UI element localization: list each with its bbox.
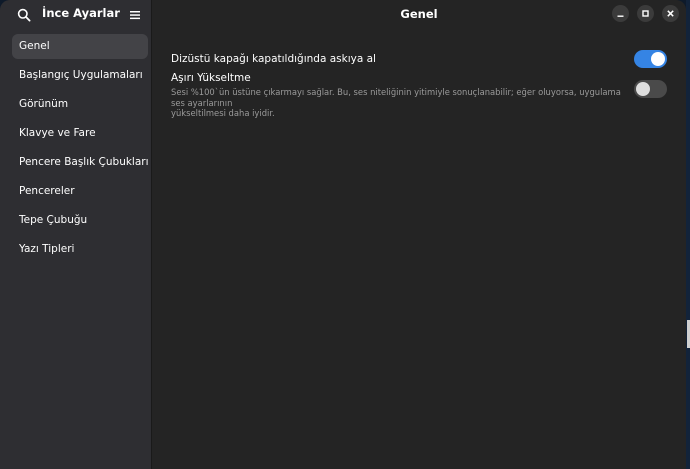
sidebar-item-windows[interactable]: Pencereler [12,179,148,204]
desktop-background [686,0,690,469]
sidebar-item-startup-apps[interactable]: Başlangıç Uygulamaları [12,63,148,88]
sidebar-item-fonts[interactable]: Yazı Tipleri [12,237,148,262]
search-icon[interactable] [17,7,31,22]
main-content: Genel Dizüstü kapağı kapatıldığında askı… [152,0,686,469]
close-button[interactable] [662,5,679,22]
tweaks-window: İnce Ayarlar Genel Başlangıç Uygulamalar… [0,0,686,469]
sidebar-item-window-titlebars[interactable]: Pencere Başlık Çubukları [12,150,149,175]
sidebar-list: Genel Başlangıç Uygulamaları Görünüm Kla… [12,34,149,266]
toggle-knob [636,82,650,96]
sidebar: İnce Ayarlar Genel Başlangıç Uygulamalar… [0,0,152,469]
over-amplification-toggle[interactable] [634,80,667,98]
minimize-button[interactable] [612,5,629,22]
description-line-1: Sesi %100`ün üstüne çıkarmayı sağlar. Bu… [171,87,621,108]
maximize-button[interactable] [637,5,654,22]
suspend-on-lid-close-label: Dizüstü kapağı kapatıldığında askıya al [171,53,376,65]
description-line-2: yükseltilmesi daha iyidir. [171,108,275,118]
suspend-on-lid-close-toggle[interactable] [634,50,667,68]
sidebar-item-top-bar[interactable]: Tepe Çubuğu [12,208,148,233]
hamburger-menu-icon[interactable] [128,7,142,21]
toggle-knob [651,52,665,66]
page-title: Genel [400,7,438,21]
sidebar-item-general[interactable]: Genel [12,34,148,59]
close-icon [667,10,674,17]
minimize-icon [617,15,624,17]
over-amplification-description: Sesi %100`ün üstüne çıkarmayı sağlar. Bu… [171,87,631,119]
sidebar-item-keyboard-mouse[interactable]: Klavye ve Fare [12,121,148,146]
over-amplification-label: Aşırı Yükseltme [171,72,251,84]
sidebar-item-appearance[interactable]: Görünüm [12,92,148,117]
maximize-icon [642,10,649,17]
app-title: İnce Ayarlar [42,6,120,20]
sidebar-header: İnce Ayarlar [0,0,151,28]
